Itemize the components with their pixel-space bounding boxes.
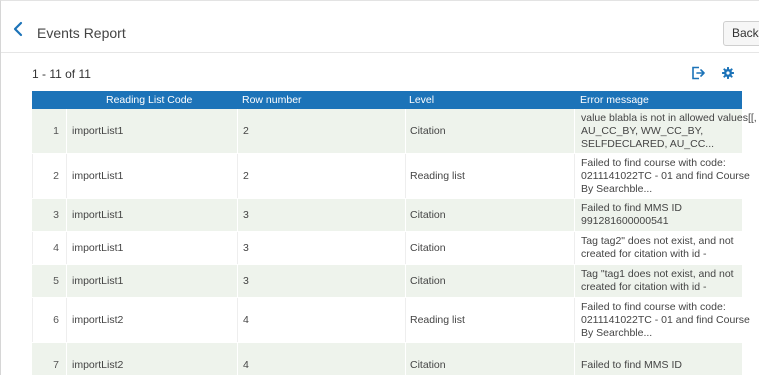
table-row[interactable]: 2 importList1 2 Reading list Failed to f… xyxy=(32,154,750,199)
table-row[interactable]: 7 importList2 4 Citation Failed to find … xyxy=(32,343,742,375)
error-line: By Searchble... xyxy=(581,182,653,195)
row-number-cell: 3 xyxy=(237,265,405,297)
error-message-cell: value blabla is not in allowed values[[,… xyxy=(574,109,757,153)
error-line: Tag tag2" does not exist, and not xyxy=(581,235,734,247)
page-header: Events Report Back xyxy=(1,1,759,53)
error-line: AU_CC_BY, WW_CC_BY, xyxy=(581,124,704,137)
error-line: 0211141022TC - 01 and find Course xyxy=(581,313,750,326)
row-index: 1 xyxy=(53,125,59,137)
level-cell: Citation xyxy=(405,232,574,264)
row-index: 7 xyxy=(53,359,59,371)
table-row[interactable]: 3 importList1 3 Citation Failed to find … xyxy=(32,199,742,232)
table-row[interactable]: 6 importList2 4 Reading list Failed to f… xyxy=(32,298,750,343)
error-message-cell: Tag "tag1 does not exist, and not create… xyxy=(574,265,742,297)
reading-list-code-cell: importList1 xyxy=(66,232,237,264)
row-number-cell: 4 xyxy=(237,343,405,375)
error-line: Tag "tag1 does not exist, and not xyxy=(581,268,734,280)
error-line: 0211141022TC - 01 and find Course xyxy=(581,169,750,182)
reading-list-code-cell: importList2 xyxy=(66,298,237,342)
header-index xyxy=(32,91,66,109)
error-line: Failed to find MMS ID xyxy=(581,202,682,214)
column-header-error-message[interactable]: Error message xyxy=(574,91,742,109)
error-line: 991281600000541 xyxy=(581,215,669,227)
column-header-row-number[interactable]: Row number xyxy=(237,91,405,109)
level-cell: Citation xyxy=(405,199,574,231)
error-message-cell: Failed to find course with code: 0211141… xyxy=(574,154,750,198)
row-number-cell: 2 xyxy=(237,154,405,198)
events-table: Reading List Code Row number Level Error… xyxy=(32,91,757,375)
error-line: By Searchble... xyxy=(581,326,653,339)
row-number-cell: 2 xyxy=(237,109,405,153)
back-button[interactable]: Back xyxy=(723,21,759,46)
table-header: Reading List Code Row number Level Error… xyxy=(32,91,742,109)
page-title: Events Report xyxy=(37,25,126,41)
error-line: Failed to find course with code: xyxy=(581,156,726,169)
row-index: 5 xyxy=(53,275,59,287)
row-index: 2 xyxy=(32,154,66,198)
chevron-left-icon[interactable] xyxy=(11,21,25,37)
error-line: Failed to find MMS ID xyxy=(581,358,682,371)
error-message-cell: Failed to find course with code: 0211141… xyxy=(574,298,750,342)
error-line: created for citation with id - xyxy=(581,281,707,293)
events-report-page: Events Report Back 1 - 11 of 11 Reading … xyxy=(0,0,759,375)
gear-icon[interactable] xyxy=(722,67,734,79)
column-header-level[interactable]: Level xyxy=(405,91,574,109)
row-index: 6 xyxy=(32,298,66,342)
row-number-cell: 4 xyxy=(237,298,405,342)
results-count: 1 - 11 of 11 xyxy=(32,67,91,81)
row-number-cell: 3 xyxy=(237,232,405,264)
error-line: SELFDECLARED, AU_CC... xyxy=(581,137,715,150)
reading-list-code-cell: importList1 xyxy=(66,154,237,198)
row-index: 3 xyxy=(53,209,59,221)
level-cell: Citation xyxy=(405,343,574,375)
error-message-cell: Failed to find MMS ID 991281600000541 xyxy=(574,199,742,231)
error-line: Failed to find course with code: xyxy=(581,300,726,313)
row-index: 4 xyxy=(32,232,66,264)
level-cell: Reading list xyxy=(405,154,574,198)
level-cell: Reading list xyxy=(405,298,574,342)
error-line: created for citation with id - xyxy=(581,248,707,260)
level-cell: Citation xyxy=(405,265,574,297)
level-cell: Citation xyxy=(405,109,574,153)
reading-list-code-cell: importList1 xyxy=(66,199,237,231)
table-row[interactable]: 1 importList1 2 Citation value blabla is… xyxy=(32,109,757,154)
table-row[interactable]: 5 importList1 3 Citation Tag "tag1 does … xyxy=(32,265,742,298)
row-number-cell: 3 xyxy=(237,199,405,231)
reading-list-code-cell: importList1 xyxy=(66,109,237,153)
column-header-reading-list-code[interactable]: Reading List Code xyxy=(66,91,237,109)
error-message-cell: Failed to find MMS ID xyxy=(574,343,742,375)
error-line: value blabla is not in allowed values[[, xyxy=(581,111,757,124)
reading-list-code-cell: importList2 xyxy=(66,343,237,375)
reading-list-code-cell: importList1 xyxy=(66,265,237,297)
error-message-cell: Tag tag2" does not exist, and not create… xyxy=(574,232,742,264)
table-row[interactable]: 4 importList1 3 Citation Tag tag2" does … xyxy=(32,232,742,265)
export-icon[interactable] xyxy=(691,66,705,80)
